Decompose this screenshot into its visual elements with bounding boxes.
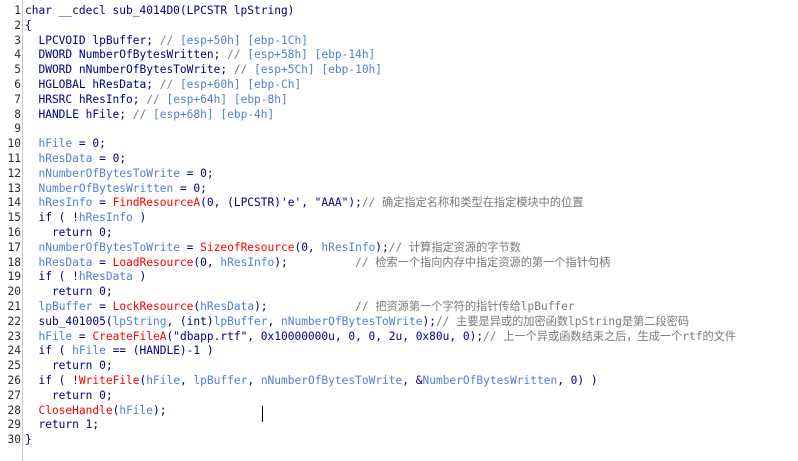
line-number: 3 [14, 33, 21, 47]
line-number: 17 [7, 240, 21, 254]
code-line[interactable]: 24 if ( hFile == (HANDLE)-1 ) [8, 344, 798, 359]
line-number: 14 [7, 196, 21, 210]
line-number: 13 [7, 181, 21, 195]
code-text: HGLOBAL hResData; // [esp+60h] [ebp-Ch] [25, 77, 302, 91]
code-line[interactable]: 1 char __cdecl sub_4014D0(LPCSTR lpString… [14, 4, 798, 19]
code-line[interactable]: 8 HANDLE hFile; // [esp+68h] [ebp-4h] [14, 107, 798, 123]
code-text: return 0; [25, 225, 113, 239]
code-line[interactable]: 15 if ( !hResInfo ) [8, 211, 798, 226]
line-number: 22 [7, 314, 21, 328]
line-number: 6 [14, 77, 21, 91]
code-text: if ( !hResInfo ) [25, 211, 147, 225]
line-number: 16 [7, 225, 21, 239]
code-line[interactable]: 10 hFile = 0; [8, 137, 798, 152]
code-text: DWORD NumberOfBytesWritten; // [esp+58h]… [25, 48, 376, 62]
code-line[interactable]: 18 hResData = LoadResource(0, hResInfo);… [8, 255, 798, 271]
line-number: 2 [14, 18, 21, 32]
code-text: hResData = LoadResource(0, hResInfo); //… [38, 255, 611, 269]
line-number: 20 [7, 285, 21, 299]
code-text: return 0; [25, 285, 113, 299]
code-text: DWORD nNumberOfBytesToWrite; // [esp+5Ch… [25, 63, 383, 77]
code-line[interactable]: 30} [8, 433, 798, 448]
code-line[interactable]: 27 return 0; [8, 388, 798, 404]
code-text: if ( !hResData ) [25, 270, 147, 284]
code-text: if ( hFile == (HANDLE)-1 ) [25, 344, 214, 358]
code-text: } [25, 433, 32, 447]
code-text: nNumberOfBytesToWrite = SizeofResource(0… [38, 240, 521, 254]
code-text: hFile = 0; [38, 137, 106, 151]
line-number: 29 [7, 418, 21, 432]
code-line[interactable]: 3 LPCVOID lpBuffer; // [esp+50h] [ebp-1C… [14, 33, 798, 49]
line-number: 15 [7, 211, 21, 225]
code-text: return 1; [25, 418, 100, 432]
code-text: char __cdecl sub_4014D0(LPCSTR lpString) [25, 4, 295, 17]
code-line[interactable]: 21 lpBuffer = LockResource(hResData); //… [8, 299, 798, 315]
code-text: hFile = CreateFileA("dbapp.rtf", 0x10000… [38, 329, 737, 343]
code-text: nNumberOfBytesToWrite = 0; [38, 166, 214, 180]
code-line[interactable]: 5 DWORD nNumberOfBytesToWrite; // [esp+5… [14, 63, 798, 78]
line-number: 21 [7, 299, 21, 313]
code-line[interactable]: 23 hFile = CreateFileA("dbapp.rtf", 0x10… [8, 329, 798, 345]
line-number: 5 [14, 63, 21, 77]
code-text: LPCVOID lpBuffer; // [esp+50h] [ebp-1Ch] [25, 33, 308, 47]
line-number: 27 [7, 388, 21, 402]
line-number: 19 [7, 270, 21, 284]
line-number: 8 [14, 107, 21, 121]
line-number: 11 [7, 151, 21, 165]
code-line[interactable]: 26 if ( !WriteFile(hFile, lpBuffer, nNum… [8, 373, 798, 389]
code-text: NumberOfBytesWritten = 0; [38, 181, 207, 195]
code-line[interactable]: 22 sub_401005(lpString, (int)lpBuffer, n… [8, 314, 798, 330]
code-line[interactable]: 17 nNumberOfBytesToWrite = SizeofResourc… [8, 240, 798, 256]
code-text: lpBuffer = LockResource(hResData); // 把资… [38, 299, 575, 313]
line-number: 24 [7, 344, 21, 358]
line-number: 1 [14, 4, 21, 17]
code-text: HRSRC hResInfo; // [esp+64h] [ebp-8h] [25, 92, 288, 106]
code-line[interactable]: 6 HGLOBAL hResData; // [esp+60h] [ebp-Ch… [14, 77, 798, 93]
code-text: sub_401005(lpString, (int)lpBuffer, nNum… [25, 314, 690, 328]
code-text: hResInfo = FindResourceA(0, (LPCSTR)'e',… [38, 196, 584, 210]
code-line[interactable]: 25 return 0; [8, 359, 798, 374]
code-line[interactable]: 13 NumberOfBytesWritten = 0; [8, 181, 798, 197]
line-number: 18 [7, 255, 21, 269]
line-number: 10 [7, 137, 21, 151]
line-number: 9 [14, 122, 21, 136]
code-area[interactable]: 1 char __cdecl sub_4014D0(LPCSTR lpString… [8, 4, 798, 448]
line-number: 25 [7, 359, 21, 373]
code-line[interactable]: 16 return 0; [8, 225, 798, 241]
line-number: 12 [7, 166, 21, 180]
code-line[interactable]: 29 return 1; [8, 418, 798, 433]
code-line[interactable]: 11 hResData = 0; [8, 151, 798, 167]
code-line[interactable]: 2{ [14, 18, 798, 34]
pseudocode-editor[interactable]: 1 char __cdecl sub_4014D0(LPCSTR lpString… [0, 0, 798, 461]
code-line[interactable]: 9 [14, 122, 798, 137]
code-line[interactable]: 4 DWORD NumberOfBytesWritten; // [esp+58… [14, 48, 798, 63]
code-line[interactable]: 19 if ( !hResData ) [8, 270, 798, 285]
code-text: return 0; [25, 388, 113, 402]
code-line[interactable]: 28 CloseHandle(hFile); [8, 403, 798, 419]
line-number: 26 [7, 373, 21, 387]
line-number: 23 [7, 329, 21, 343]
code-text: HANDLE hFile; // [esp+68h] [ebp-4h] [25, 107, 275, 121]
code-text: CloseHandle(hFile); [38, 403, 167, 417]
code-text: { [25, 18, 32, 32]
code-line[interactable]: 12 nNumberOfBytesToWrite = 0; [8, 166, 798, 182]
code-line[interactable]: 14 hResInfo = FindResourceA(0, (LPCSTR)'… [8, 196, 798, 211]
code-text: hResData = 0; [38, 151, 127, 165]
line-number: 4 [14, 48, 21, 62]
line-number: 30 [7, 433, 21, 447]
line-number: 28 [7, 403, 21, 417]
code-text: return 0; [25, 359, 113, 373]
code-line[interactable]: 7 HRSRC hResInfo; // [esp+64h] [ebp-8h] [14, 92, 798, 108]
code-line[interactable]: 20 return 0; [8, 285, 798, 300]
line-number: 7 [14, 92, 21, 106]
text-cursor [262, 406, 263, 422]
code-text: if ( !WriteFile(hFile, lpBuffer, nNumber… [25, 373, 598, 387]
